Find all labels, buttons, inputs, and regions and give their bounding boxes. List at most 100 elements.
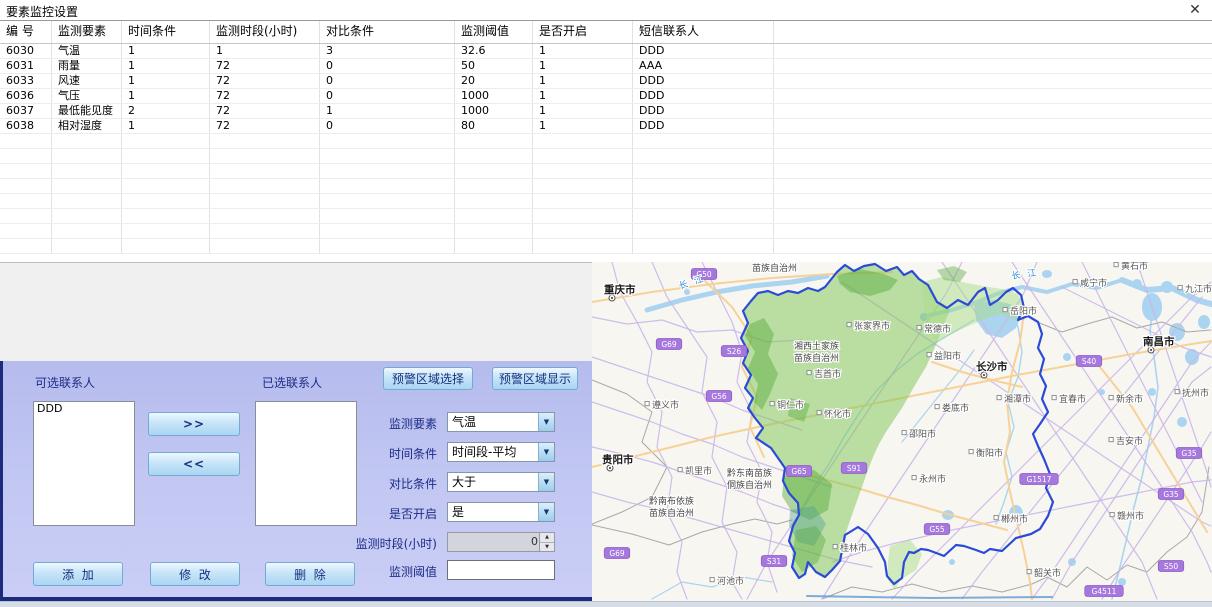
table-cell: 1000	[455, 89, 533, 103]
chevron-down-icon[interactable]: ▼	[538, 413, 554, 431]
city-marker-icon	[912, 476, 916, 480]
table-cell	[633, 179, 774, 193]
table-cell	[455, 224, 533, 238]
enabled-select[interactable]: 是 ▼	[447, 502, 555, 522]
table-cell	[320, 209, 455, 223]
period-spinner[interactable]: 0 ▲ ▼	[447, 532, 555, 552]
table-cell	[455, 239, 533, 253]
province-map[interactable]: G50G69S26G56G69S31G55G1517G35G35S50G4511…	[592, 262, 1212, 601]
table-cell	[52, 149, 122, 163]
prefecture-label: 苗族自治州	[752, 262, 797, 274]
table-cell	[320, 179, 455, 193]
table-cell	[52, 164, 122, 178]
table-row[interactable]	[0, 194, 1212, 209]
chevron-down-icon[interactable]: ▼	[538, 473, 554, 491]
table-header-cell: 短信联系人	[633, 21, 774, 43]
table-cell	[52, 134, 122, 148]
table-cell	[0, 164, 52, 178]
enabled-label: 是否开启	[365, 505, 437, 522]
warn-area-show-button[interactable]: 预警区域显示	[492, 367, 578, 390]
element-label: 监测要素	[365, 415, 437, 432]
table-cell	[533, 209, 633, 223]
city-label: 常德市	[924, 323, 951, 335]
table-cell: 1	[122, 59, 210, 73]
table-row[interactable]	[0, 164, 1212, 179]
selected-contacts-list[interactable]	[255, 401, 357, 526]
city-label: 咸宁市	[1080, 277, 1107, 289]
compare-cond-select[interactable]: 大于 ▼	[447, 472, 555, 492]
table-cell	[52, 209, 122, 223]
move-right-button[interactable]: >>	[148, 412, 240, 436]
table-cell	[0, 149, 52, 163]
table-row[interactable]	[0, 224, 1212, 239]
delete-button[interactable]: 删 除	[265, 562, 355, 586]
compare-cond-label: 对比条件	[365, 475, 437, 492]
prefecture-label: 苗族自治州	[649, 507, 694, 519]
table-cell	[633, 224, 774, 238]
spinner-down-icon[interactable]: ▼	[540, 543, 554, 552]
move-left-button[interactable]: <<	[148, 452, 240, 476]
available-contacts-list[interactable]: DDD	[33, 401, 135, 526]
add-button[interactable]: 添 加	[33, 562, 123, 586]
table-row[interactable]: 6036气压172010001DDD	[0, 89, 1212, 104]
chevron-down-icon[interactable]: ▼	[538, 443, 554, 461]
warn-area-select-button[interactable]: 预警区域选择	[383, 367, 473, 390]
table-header-cell: 监测时段(小时)	[210, 21, 320, 43]
table-row[interactable]: 6038相对湿度1720801DDD	[0, 119, 1212, 134]
city-marker-icon	[902, 431, 906, 435]
city-label: 娄底市	[942, 402, 969, 414]
table-cell	[533, 149, 633, 163]
prefecture-label: 黔东南苗族	[727, 467, 772, 479]
time-cond-select[interactable]: 时间段-平均 ▼	[447, 442, 555, 462]
table-row[interactable]	[0, 179, 1212, 194]
close-icon[interactable]: ✕	[1186, 1, 1204, 19]
table-cell	[633, 164, 774, 178]
window-bottom-edge	[0, 601, 1212, 607]
spinner-up-icon[interactable]: ▲	[540, 533, 554, 543]
chevron-down-icon[interactable]: ▼	[538, 503, 554, 521]
table-row[interactable]: 6030气温11332.61DDD	[0, 44, 1212, 59]
table-cell	[633, 149, 774, 163]
city-marker-icon	[1027, 570, 1031, 574]
capital-city-dot	[983, 374, 985, 376]
city-marker-icon	[997, 396, 1001, 400]
lake	[1132, 279, 1142, 289]
table-cell: 1	[533, 74, 633, 88]
table-row[interactable]	[0, 209, 1212, 224]
table-cell: DDD	[633, 89, 774, 103]
table-row[interactable]: 6033风速1720201DDD	[0, 74, 1212, 89]
table-cell: 6030	[0, 44, 52, 58]
table-cell	[0, 194, 52, 208]
table-cell: AAA	[633, 59, 774, 73]
table-header-cell: 监测阈值	[455, 21, 533, 43]
road-badge-label: S40	[1082, 357, 1097, 366]
table-cell: 1	[320, 104, 455, 118]
table-cell: 72	[210, 119, 320, 133]
table-cell	[320, 134, 455, 148]
lake	[1042, 270, 1052, 278]
table-cell	[52, 179, 122, 193]
table-row[interactable]	[0, 134, 1212, 149]
table-cell	[210, 164, 320, 178]
table-cell: 6033	[0, 74, 52, 88]
table-row[interactable]: 6031雨量1720501AAA	[0, 59, 1212, 74]
element-select[interactable]: 气温 ▼	[447, 412, 555, 432]
table-cell: 0	[320, 74, 455, 88]
table-cell	[210, 179, 320, 193]
threshold-input[interactable]	[447, 560, 555, 580]
map-view[interactable]: G50G69S26G56G69S31G55G1517G35G35S50G4511…	[592, 262, 1212, 601]
table-cell	[0, 209, 52, 223]
road-badge-label: S26	[727, 347, 742, 356]
table-header-cell: 编 号	[0, 21, 52, 43]
table-row[interactable]	[0, 239, 1212, 254]
city-label: 吉安市	[1116, 435, 1143, 447]
table-cell: 0	[320, 59, 455, 73]
table-row[interactable]	[0, 149, 1212, 164]
monitor-table[interactable]: 编 号监测要素时间条件监测时段(小时)对比条件监测阈值是否开启短信联系人6030…	[0, 21, 1212, 262]
table-row[interactable]: 6037最低能见度272110001DDD	[0, 104, 1212, 119]
city-label: 益阳市	[934, 350, 961, 362]
list-item[interactable]: DDD	[34, 402, 134, 415]
modify-button[interactable]: 修 改	[150, 562, 240, 586]
city-label: 河池市	[717, 575, 744, 587]
city-label: 永州市	[919, 473, 946, 485]
